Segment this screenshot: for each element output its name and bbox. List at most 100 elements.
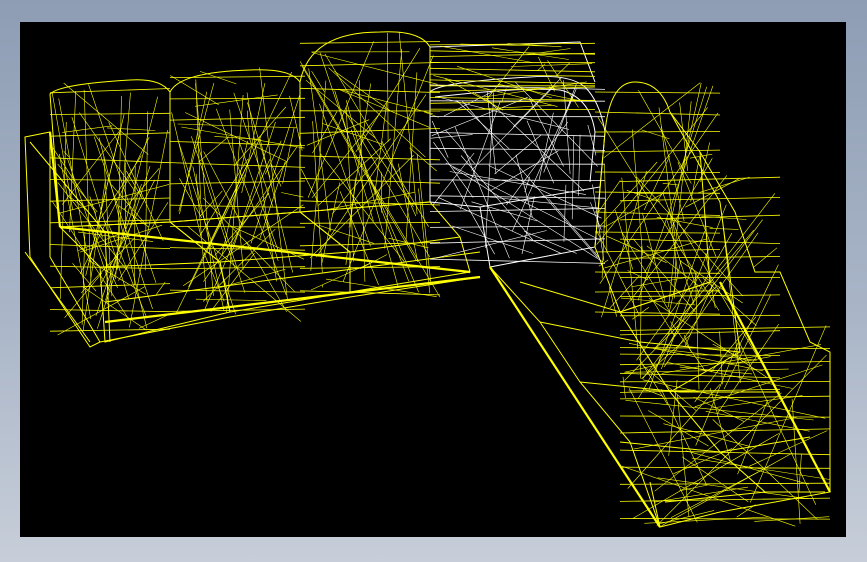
wire-segment: [324, 53, 429, 227]
wire-segment: [300, 168, 319, 203]
wire-segment: [594, 131, 721, 133]
wire-segment: [594, 171, 721, 173]
wire-segment: [169, 116, 306, 121]
wireframe-sectional-sofa: [24, 31, 831, 528]
wire-segment: [339, 191, 379, 286]
wire-segment: [432, 152, 475, 206]
wire-segment: [129, 130, 168, 328]
wire-segment: [177, 123, 297, 129]
wire-segment: [429, 73, 596, 77]
wire-segment: [49, 112, 171, 115]
wire-segment: [454, 126, 510, 259]
wire-segment: [199, 71, 237, 85]
wire-segment: [195, 83, 214, 296]
wire-segment: [668, 260, 682, 317]
wire-segment: [369, 177, 419, 293]
wire-segment: [628, 388, 698, 523]
wire-segment: [679, 484, 708, 492]
wire-segment: [429, 195, 606, 199]
wire-segment: [594, 231, 721, 234]
wire-segment: [134, 165, 136, 286]
wire-segment: [437, 197, 562, 254]
wire-segment: [451, 225, 534, 254]
wire-segment: [515, 81, 598, 167]
generated-wire-lines: [48, 32, 831, 528]
wire-segment: [398, 32, 418, 215]
wire-segment: [59, 121, 67, 300]
wire-segment: [429, 79, 596, 85]
wire-segment: [429, 86, 596, 92]
wire-segment: [603, 192, 664, 228]
wire-segment: [59, 153, 92, 320]
wire-segment: [460, 100, 501, 210]
wire-segment: [169, 247, 306, 251]
wire-segment: [619, 415, 831, 418]
wire-segment: [299, 41, 441, 44]
wire-segment: [642, 379, 826, 419]
wire-segment: [619, 482, 831, 485]
wire-segment: [715, 193, 776, 271]
wire-segment: [723, 294, 772, 390]
wire-segment: [169, 141, 306, 146]
wire-segment: [169, 75, 306, 78]
wire-segment: [621, 465, 796, 527]
wire-segment: [429, 108, 596, 110]
wire-segment: [594, 111, 721, 116]
wire-segment: [654, 229, 754, 349]
wire-segment: [719, 281, 831, 493]
wire-segment: [429, 258, 606, 264]
wire-segment: [49, 132, 171, 137]
wire-segment: [674, 259, 677, 299]
wire-segment: [106, 127, 156, 131]
wire-segment: [387, 32, 389, 142]
wire-segment: [596, 107, 708, 245]
wire-segment: [693, 396, 745, 422]
wire-segment: [362, 132, 414, 208]
wire-segment: [198, 136, 229, 163]
wire-segment: [344, 110, 430, 258]
wire-segment: [594, 91, 721, 94]
wire-segment: [619, 347, 831, 349]
wire-segment: [524, 231, 577, 254]
wire-segment: [429, 52, 596, 57]
wire-segment: [299, 62, 441, 67]
wire-segment: [179, 91, 208, 215]
wire-segment: [677, 161, 717, 257]
wire-segment: [538, 112, 554, 181]
wire-segment: [603, 82, 701, 158]
wire-segment: [49, 244, 171, 249]
wire-segment: [429, 147, 606, 151]
wire-segment: [644, 516, 770, 524]
cad-viewport[interactable]: [20, 22, 846, 537]
wire-segment: [82, 179, 106, 331]
wire-segment: [170, 75, 219, 106]
wire-segment: [571, 136, 575, 220]
wire-segment: [178, 83, 215, 212]
wire-segment: [169, 97, 306, 100]
wire-segment: [233, 92, 274, 208]
wire-segment: [597, 180, 621, 213]
wire-segment: [548, 198, 600, 259]
wire-segment: [681, 456, 749, 502]
wire-segment: [433, 142, 474, 198]
wire-segment: [749, 430, 828, 467]
left-sofa-section: [24, 31, 481, 348]
wire-segment: [636, 176, 743, 297]
wire-segment: [321, 182, 340, 265]
wire-segment: [259, 67, 288, 301]
wire-segment: [199, 158, 249, 236]
wire-segment: [563, 80, 571, 174]
wire-segment: [345, 106, 354, 262]
wire-segment: [405, 72, 418, 244]
wire-segment: [429, 238, 606, 244]
wire-segment: [660, 389, 707, 485]
wire-segment: [311, 52, 438, 85]
wire-segment: [67, 158, 109, 279]
wire-segment: [624, 365, 656, 373]
wire-segment: [59, 225, 471, 274]
wire-segment: [328, 67, 426, 158]
wire-segment: [169, 180, 306, 185]
wire-segment: [195, 94, 278, 107]
wire-segment: [670, 466, 768, 518]
wire-segment: [169, 226, 306, 228]
